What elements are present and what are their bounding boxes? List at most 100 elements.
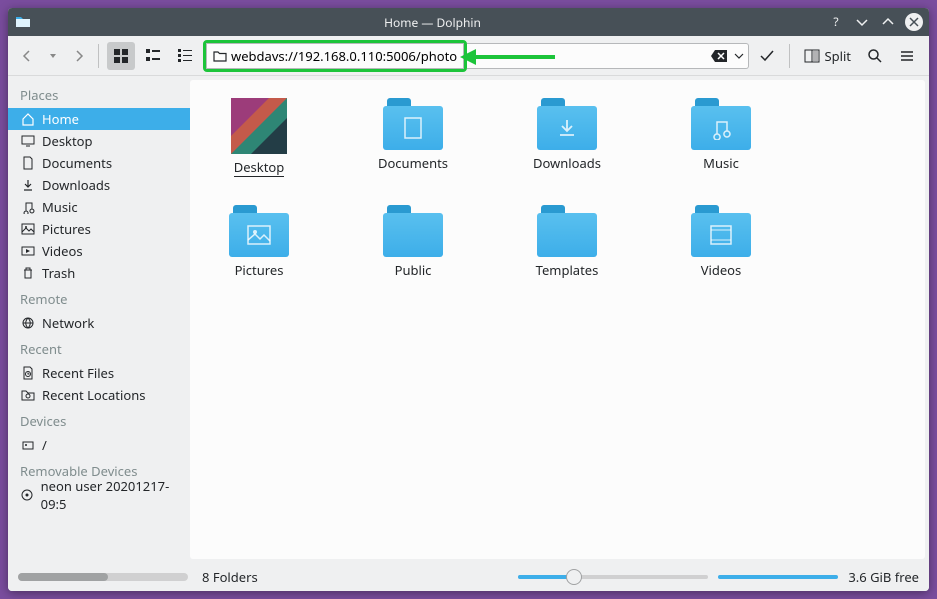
sidebar: Places Home Desktop Documents Downloads Music… xyxy=(8,76,190,563)
forward-button[interactable] xyxy=(68,42,90,70)
close-button[interactable] xyxy=(905,13,923,31)
sidebar-item-label: Music xyxy=(42,198,78,216)
folder-label: Music xyxy=(703,154,739,172)
sidebar-item-label: / xyxy=(42,436,47,454)
zoom-slider[interactable] xyxy=(518,575,708,579)
sidebar-header: Devices xyxy=(8,406,190,434)
dolphin-window: Home — Dolphin ? webdavs://192.168.0.110… xyxy=(8,8,929,591)
help-button[interactable]: ? xyxy=(827,13,845,31)
folder-pictures[interactable]: Pictures xyxy=(210,205,308,279)
recent-files-icon xyxy=(20,366,36,380)
sidebar-item-music[interactable]: Music xyxy=(8,196,190,218)
sidebar-item-label: neon user 20201217-09:5 xyxy=(41,477,182,513)
sidebar-item-label: Pictures xyxy=(42,220,91,238)
sidebar-scrollbar[interactable] xyxy=(18,573,188,581)
folder-label: Downloads xyxy=(533,154,601,172)
sidebar-item-label: Documents xyxy=(42,154,112,172)
home-icon xyxy=(20,112,36,126)
folder-icon xyxy=(537,205,597,257)
folder-icon xyxy=(383,98,443,150)
window-controls: ? xyxy=(827,13,923,31)
sidebar-item-label: Trash xyxy=(42,264,75,282)
downloads-icon xyxy=(20,178,36,192)
videos-icon xyxy=(20,244,36,258)
sidebar-item-documents[interactable]: Documents xyxy=(8,152,190,174)
split-button[interactable]: Split xyxy=(798,42,857,70)
split-label: Split xyxy=(824,47,851,65)
folder-label: Public xyxy=(395,261,432,279)
folder-icon xyxy=(691,98,751,150)
menu-button[interactable] xyxy=(893,42,921,70)
address-text: webdavs://192.168.0.110:5006/photo xyxy=(231,47,457,65)
minimize-button[interactable] xyxy=(853,13,871,31)
titlebar[interactable]: Home — Dolphin ? xyxy=(8,8,929,36)
trash-icon xyxy=(20,266,36,280)
folder-music[interactable]: Music xyxy=(672,98,770,177)
desktop-icon xyxy=(20,134,36,148)
sidebar-item-recent-locations[interactable]: Recent Locations xyxy=(8,384,190,406)
sidebar-item-label: Recent Locations xyxy=(42,386,145,404)
folder-videos[interactable]: Videos xyxy=(672,205,770,279)
sidebar-item-desktop[interactable]: Desktop xyxy=(8,130,190,152)
music-icon xyxy=(20,200,36,214)
folder-desktop[interactable]: Desktop xyxy=(210,98,308,177)
separator xyxy=(789,44,790,68)
folder-label: Documents xyxy=(378,154,448,172)
sidebar-item-label: Videos xyxy=(42,242,83,260)
folder-icon xyxy=(537,98,597,150)
folder-templates[interactable]: Templates xyxy=(518,205,616,279)
folder-label: Pictures xyxy=(235,261,284,279)
sidebar-item-recent-files[interactable]: Recent Files xyxy=(8,362,190,384)
body: Places Home Desktop Documents Downloads Music… xyxy=(8,76,929,563)
documents-icon xyxy=(20,156,36,170)
sidebar-item-neon-user-20201217-09-5[interactable]: neon user 20201217-09:5 xyxy=(8,484,190,506)
sidebar-header: Places xyxy=(8,80,190,108)
clear-icon[interactable] xyxy=(710,49,728,63)
address-highlight: webdavs://192.168.0.110:5006/photo xyxy=(203,40,467,72)
folder-downloads[interactable]: Downloads xyxy=(518,98,616,177)
toolbar: webdavs://192.168.0.110:5006/photo Split xyxy=(8,36,929,76)
sidebar-item-pictures[interactable]: Pictures xyxy=(8,218,190,240)
svg-text:?: ? xyxy=(833,15,838,29)
folder-label: Desktop xyxy=(234,158,285,177)
folder-documents[interactable]: Documents xyxy=(364,98,462,177)
free-space-bar xyxy=(718,575,838,579)
compact-view-button[interactable] xyxy=(139,42,167,70)
desktop-folder-icon xyxy=(231,98,287,154)
chevron-down-icon[interactable] xyxy=(734,51,744,61)
statusbar: 8 Folders 3.6 GiB free xyxy=(8,563,929,591)
sidebar-item--[interactable]: / xyxy=(8,434,190,456)
sidebar-item-label: Home xyxy=(42,110,79,128)
content-area[interactable]: Desktop Documents Downloads Music Pictures Pu… xyxy=(190,80,925,559)
window-title: Home — Dolphin xyxy=(38,14,827,31)
icons-view-button[interactable] xyxy=(107,42,135,70)
folder-icon xyxy=(229,205,289,257)
sidebar-item-label: Network xyxy=(42,314,94,332)
sidebar-item-label: Downloads xyxy=(42,176,110,194)
confirm-button[interactable] xyxy=(753,42,781,70)
sidebar-item-network[interactable]: Network xyxy=(8,312,190,334)
sidebar-item-downloads[interactable]: Downloads xyxy=(8,174,190,196)
back-button[interactable] xyxy=(16,42,38,70)
free-space-text: 3.6 GiB free xyxy=(848,568,919,586)
network-icon xyxy=(20,316,36,330)
sidebar-item-home[interactable]: Home xyxy=(8,108,190,130)
maximize-button[interactable] xyxy=(879,13,897,31)
details-view-button[interactable] xyxy=(171,42,199,70)
folder-label: Videos xyxy=(701,261,742,279)
sidebar-item-trash[interactable]: Trash xyxy=(8,262,190,284)
folder-icon xyxy=(691,205,751,257)
recent-locations-icon xyxy=(20,388,36,402)
folder-label: Templates xyxy=(536,261,599,279)
status-summary: 8 Folders xyxy=(202,568,258,586)
folder-public[interactable]: Public xyxy=(364,205,462,279)
sidebar-header: Recent xyxy=(8,334,190,362)
sidebar-item-videos[interactable]: Videos xyxy=(8,240,190,262)
sidebar-header: Remote xyxy=(8,284,190,312)
search-button[interactable] xyxy=(861,42,889,70)
back-dropdown[interactable] xyxy=(42,42,64,70)
folder-icon xyxy=(213,49,227,63)
address-bar[interactable]: webdavs://192.168.0.110:5006/photo xyxy=(206,43,464,69)
sidebar-item-label: Desktop xyxy=(42,132,93,150)
address-extra[interactable] xyxy=(467,43,749,69)
